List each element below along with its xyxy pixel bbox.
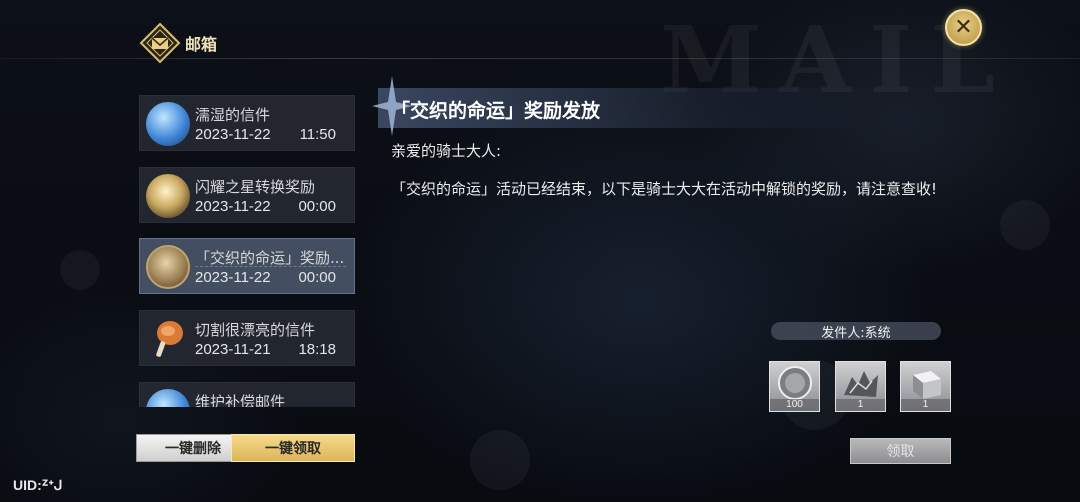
reward-item[interactable]: 1 [900, 361, 951, 412]
reward-count: 1 [836, 399, 885, 411]
mail-time: 00:00 [298, 269, 336, 286]
detail-greeting: 亲爱的骑士大人: [391, 142, 502, 160]
mail-item[interactable]: 维护补偿邮件 [139, 382, 355, 407]
mail-time: 18:18 [298, 341, 336, 358]
sender-label: 发件人:系统 [771, 322, 941, 341]
mail-item[interactable]: 闪耀之星转换奖励 2023-11-22 00:00 [139, 167, 355, 223]
mail-subject: 「交织的命运」奖励... [195, 249, 345, 267]
bokeh-light [470, 430, 530, 490]
reward-item[interactable]: 1 [835, 361, 886, 412]
mailbox-header: 邮箱 [139, 22, 217, 64]
user-id: UID:ᙆᕀᒍ [13, 477, 63, 493]
detail-title: 「交织的命运」奖励发放 [391, 100, 601, 122]
mail-time: 00:00 [298, 198, 336, 215]
meat-drumstick-icon [146, 317, 190, 361]
mail-time: 11:50 [299, 126, 336, 143]
bokeh-light [1000, 200, 1050, 250]
claim-button[interactable]: 领取 [850, 438, 951, 464]
blue-gem-icon [146, 102, 190, 146]
mail-date: 2023-11-22 [195, 269, 271, 286]
mail-subject: 闪耀之星转换奖励 [195, 178, 316, 196]
dragon-figure-icon [844, 371, 878, 397]
reward-item[interactable]: 100 [769, 361, 820, 412]
medal-coin-icon [778, 366, 812, 400]
mail-item-selected[interactable]: 「交织的命运」奖励... 2023-11-22 00:00 [139, 238, 355, 294]
bokeh-light [60, 250, 100, 290]
page-title: 邮箱 [185, 35, 218, 54]
mail-subject: 濡湿的信件 [195, 106, 271, 124]
close-icon: ✕ [954, 15, 973, 40]
silver-cube-icon [913, 371, 941, 399]
mail-date: 2023-11-22 [195, 198, 271, 215]
blue-gem-icon [146, 389, 190, 407]
detail-body: 「交织的命运」活动已经结束，以下是骑士大大在活动中解锁的奖励，请注意查收! [391, 180, 938, 198]
mail-date: 2023-11-21 [195, 341, 271, 358]
mail-subject: 维护补偿邮件 [195, 393, 286, 407]
claim-all-button[interactable]: 一键领取 [231, 434, 355, 462]
divider [195, 266, 346, 267]
mail-item[interactable]: 切割很漂亮的信件 2023-11-21 18:18 [139, 310, 355, 366]
bronze-medal-icon [146, 245, 190, 289]
reward-count: 1 [901, 399, 950, 411]
mail-date: 2023-11-22 [195, 126, 271, 143]
mail-list[interactable]: 濡湿的信件 2023-11-22 11:50 闪耀之星转换奖励 2023-11-… [139, 95, 355, 407]
mail-subject: 切割很漂亮的信件 [195, 321, 316, 339]
gold-coin-icon [146, 174, 190, 218]
reward-count: 100 [770, 399, 819, 411]
close-button[interactable]: ✕ [945, 9, 982, 46]
mailbox-emblem-icon [139, 22, 181, 64]
mail-item[interactable]: 濡湿的信件 2023-11-22 11:50 [139, 95, 355, 151]
